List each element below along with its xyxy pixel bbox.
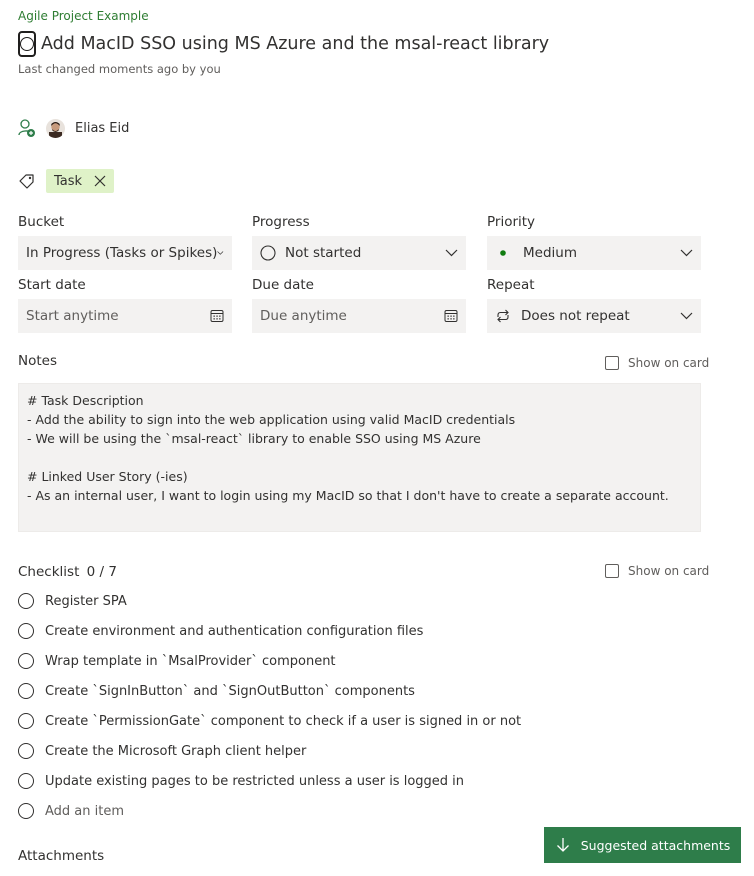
add-item-input[interactable]: Add an item xyxy=(45,804,124,819)
bucket-value: In Progress (Tasks or Spikes) xyxy=(26,245,218,261)
checklist-label: Checklist xyxy=(18,564,80,580)
attachments-label: Attachments xyxy=(18,848,105,864)
assignee-name: Elias Eid xyxy=(75,120,130,136)
checklist-item[interactable]: Update existing pages to be restricted u… xyxy=(18,773,464,789)
start-date-input[interactable]: Start anytime xyxy=(18,299,232,333)
notes-show-on-card-label: Show on card xyxy=(628,356,710,370)
start-date-label: Start date xyxy=(18,277,86,293)
circle-icon xyxy=(20,37,34,51)
bucket-label: Bucket xyxy=(18,214,65,230)
notes-label: Notes xyxy=(18,353,57,369)
checklist-item-checkbox[interactable] xyxy=(18,623,34,639)
notes-textarea[interactable]: # Task Description - Add the ability to … xyxy=(18,383,701,532)
progress-label: Progress xyxy=(252,214,310,230)
checklist-item-checkbox[interactable] xyxy=(18,593,34,609)
label-text: Task xyxy=(54,173,83,189)
suggested-attachments-label: Suggested attachments xyxy=(580,837,731,853)
add-item-circle-icon xyxy=(18,803,34,819)
checklist-item-text[interactable]: Create `PermissionGate` component to che… xyxy=(45,714,521,729)
progress-dropdown[interactable]: Not started xyxy=(252,236,466,270)
checklist-show-on-card-checkbox[interactable] xyxy=(605,564,619,578)
tag-icon[interactable] xyxy=(18,172,36,190)
checklist-item[interactable]: Wrap template in `MsalProvider` componen… xyxy=(18,653,336,669)
chevron-down-icon xyxy=(217,251,224,255)
checklist-item-text[interactable]: Update existing pages to be restricted u… xyxy=(45,774,464,789)
checklist-item-checkbox[interactable] xyxy=(18,743,34,759)
priority-dropdown[interactable]: Medium xyxy=(487,236,701,270)
priority-value: Medium xyxy=(523,245,577,261)
repeat-value: Does not repeat xyxy=(521,308,630,324)
add-person-icon[interactable] xyxy=(18,118,36,138)
last-changed-text: Last changed moments ago by you xyxy=(18,62,221,76)
progress-value: Not started xyxy=(285,245,362,261)
task-title[interactable]: Add MacID SSO using MS Azure and the msa… xyxy=(41,34,549,54)
checklist-item[interactable]: Create environment and authentication co… xyxy=(18,623,423,639)
due-date-label: Due date xyxy=(252,277,314,293)
checklist-item-checkbox[interactable] xyxy=(18,713,34,729)
checklist-item-checkbox[interactable] xyxy=(18,683,34,699)
checklist-item-checkbox[interactable] xyxy=(18,773,34,789)
checklist-item[interactable]: Register SPA xyxy=(18,593,127,609)
add-checklist-item[interactable]: Add an item xyxy=(18,803,124,819)
checklist-item-checkbox[interactable] xyxy=(18,653,34,669)
assignee-avatar[interactable] xyxy=(46,118,65,138)
medium-priority-dot-icon xyxy=(500,250,506,256)
label-pill-task[interactable]: Task xyxy=(46,169,115,193)
checklist-header: Checklist 0 / 7 xyxy=(18,564,117,580)
due-date-placeholder: Due anytime xyxy=(260,308,347,324)
repeat-icon xyxy=(497,309,509,323)
chevron-down-icon xyxy=(680,249,693,257)
plan-name-link[interactable]: Agile Project Example xyxy=(18,9,149,23)
notes-show-on-card[interactable]: Show on card xyxy=(605,356,709,370)
checklist-item-text[interactable]: Wrap template in `MsalProvider` componen… xyxy=(45,654,336,669)
remove-label-icon[interactable] xyxy=(94,175,106,187)
calendar-icon[interactable] xyxy=(444,309,458,323)
task-title-row: Add MacID SSO using MS Azure and the msa… xyxy=(18,31,549,57)
repeat-label: Repeat xyxy=(487,277,535,293)
repeat-dropdown[interactable]: Does not repeat xyxy=(487,299,701,333)
checklist-item[interactable]: Create the Microsoft Graph client helper xyxy=(18,743,306,759)
priority-label: Priority xyxy=(487,214,536,230)
labels-row: Task xyxy=(18,169,115,193)
bucket-dropdown[interactable]: In Progress (Tasks or Spikes) xyxy=(18,236,232,270)
checklist-item[interactable]: Create `PermissionGate` component to che… xyxy=(18,713,521,729)
checklist-item-text[interactable]: Create `SignInButton` and `SignOutButton… xyxy=(45,684,415,699)
not-started-circle-icon xyxy=(260,245,276,261)
start-date-placeholder: Start anytime xyxy=(26,308,119,324)
checklist-count: 0 / 7 xyxy=(86,564,117,580)
chevron-down-icon xyxy=(680,312,693,320)
notes-show-on-card-checkbox[interactable] xyxy=(605,356,619,370)
calendar-icon[interactable] xyxy=(210,309,224,323)
checklist-item-text[interactable]: Create environment and authentication co… xyxy=(45,624,423,639)
checklist-item[interactable]: Create `SignInButton` and `SignOutButton… xyxy=(18,683,415,699)
due-date-input[interactable]: Due anytime xyxy=(252,299,466,333)
checklist-show-on-card[interactable]: Show on card xyxy=(605,564,709,578)
checklist-item-text[interactable]: Register SPA xyxy=(45,594,127,609)
assignment-row: Elias Eid xyxy=(18,118,129,138)
complete-task-checkbox[interactable] xyxy=(18,31,36,57)
checklist-show-on-card-label: Show on card xyxy=(628,564,710,578)
arrow-down-icon xyxy=(556,838,569,852)
checklist-item-text[interactable]: Create the Microsoft Graph client helper xyxy=(45,744,306,759)
suggested-attachments-button[interactable]: Suggested attachments xyxy=(544,827,741,863)
chevron-down-icon xyxy=(445,249,458,257)
